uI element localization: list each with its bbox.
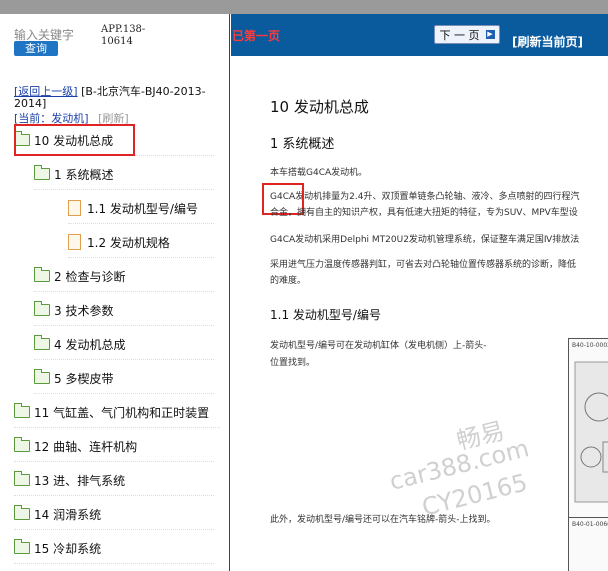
nav-item-engine-assembly-sub[interactable]: 4 发动机总成: [34, 329, 214, 360]
subsection-heading: 1.1 发动机型号/编号: [270, 308, 381, 322]
nav-item-system-overview[interactable]: 1 系统概述: [34, 159, 214, 190]
figure-label: B40-10-0002: [572, 342, 608, 349]
paragraph-sensor: 采用进气压力温度传感器判缸，可省去对凸轮轴位置传感器系统的诊断，降低: [270, 260, 577, 270]
paragraph-engine-desc: G4CA发动机排量为2.4升、双顶置单链条凸轮轴、液冷、多点喷射的四行程汽: [270, 190, 608, 205]
nav-item-cooling[interactable]: 15 冷却系统: [14, 533, 214, 564]
folder-icon: [14, 505, 30, 520]
nav-item-label: 14 润滑系统: [34, 507, 102, 522]
nav-item-lubrication[interactable]: 14 润滑系统: [14, 499, 214, 530]
paragraph-management: G4CA发动机采用Delphi MT20U2发动机管理系统，保证整车满足国Ⅳ排放…: [270, 235, 580, 245]
engine-figure: B40-10-0002: [568, 338, 608, 520]
nav-item-label: 3 技术参数: [54, 303, 114, 318]
page-title: 10 发动机总成: [270, 98, 369, 116]
folder-icon: [34, 301, 50, 316]
nameplate-figure: B40-01-0066: [568, 517, 608, 571]
next-page-button[interactable]: 下 一 页 ▶: [434, 25, 500, 44]
nav-item-belt[interactable]: 5 多楔皮带: [34, 363, 214, 394]
next-page-label: 下 一 页: [439, 28, 480, 42]
nav-item-engine-model[interactable]: 1.1 发动机型号/编号: [68, 193, 214, 224]
nav-item-cylinder-head[interactable]: 11 气缸盖、气门机构和正时装置: [14, 397, 220, 428]
nav-item-label: 5 多楔皮带: [54, 371, 114, 386]
nav-item-crankshaft[interactable]: 12 曲轴、连杆机构: [14, 431, 214, 462]
document-icon: [68, 234, 81, 250]
section-heading: 1 系统概述: [270, 137, 335, 152]
document-content: 10 发动机总成 1 系统概述 本车搭载G4CA发动机。 G4CA发动机排量为2…: [231, 56, 608, 571]
nav-item-intake-exhaust[interactable]: 13 进、排气系统: [14, 465, 214, 496]
breadcrumb: [返回上一级] [B-北京汽车-BJ40-2013-2014]: [14, 86, 214, 110]
arrow-right-icon: ▶: [485, 30, 495, 39]
engine-image: [574, 361, 608, 503]
nav-item-label: 12 曲轴、连杆机构: [34, 439, 138, 454]
paragraph-text: 位置找到。: [270, 358, 316, 368]
highlight-box: [14, 124, 135, 156]
refresh-page-button[interactable]: [刷新当前页]: [512, 33, 583, 50]
nav-item-label: 4 发动机总成: [54, 337, 126, 352]
nav-item-label: 13 进、排气系统: [34, 473, 126, 488]
top-bar: [0, 0, 608, 14]
nav-item-label: 1.2 发动机规格: [87, 235, 170, 250]
folder-icon: [14, 539, 30, 554]
paragraph-intro: 本车搭载G4CA发动机。: [270, 168, 368, 178]
folder-icon: [34, 165, 50, 180]
paragraph-text: 的难度。: [270, 276, 307, 286]
paragraph-text: 合金，拥有自主的知识产权，具有低速大扭矩的特征，专为SUV、MPV车型设: [270, 208, 578, 218]
nav-item-engine-spec[interactable]: 1.2 发动机规格: [68, 227, 214, 258]
folder-icon: [34, 369, 50, 384]
paragraph-location: 发动机型号/编号可在发动机缸体（发电机侧）上-箭头-: [270, 341, 487, 351]
folder-icon: [14, 471, 30, 486]
nav-item-label: 1 系统概述: [54, 167, 114, 182]
app-code: APP.138-10614: [101, 24, 146, 47]
nav-item-label: 1.1 发动机型号/编号: [87, 201, 198, 216]
first-page-indicator: 已第一页: [232, 29, 281, 43]
nav-item-label: 11 气缸盖、气门机构和正时装置: [34, 405, 210, 420]
folder-icon: [14, 437, 30, 452]
folder-icon: [34, 267, 50, 282]
nav-item-inspection[interactable]: 2 检查与诊断: [34, 261, 214, 292]
nav-item-label: 15 冷却系统: [34, 541, 102, 556]
folder-icon: [34, 335, 50, 350]
folder-icon: [14, 403, 30, 418]
nav-item-label: 2 检查与诊断: [54, 269, 126, 284]
search-button[interactable]: 查询: [14, 41, 58, 56]
figure-label: B40-01-0066: [572, 521, 608, 528]
paragraph-text: 发动机排量为2.4升、双顶置单链条凸轮轴、液冷、多点喷射的四行程汽: [295, 192, 580, 202]
document-icon: [68, 200, 81, 216]
nav-item-tech-params[interactable]: 3 技术参数: [34, 295, 214, 326]
